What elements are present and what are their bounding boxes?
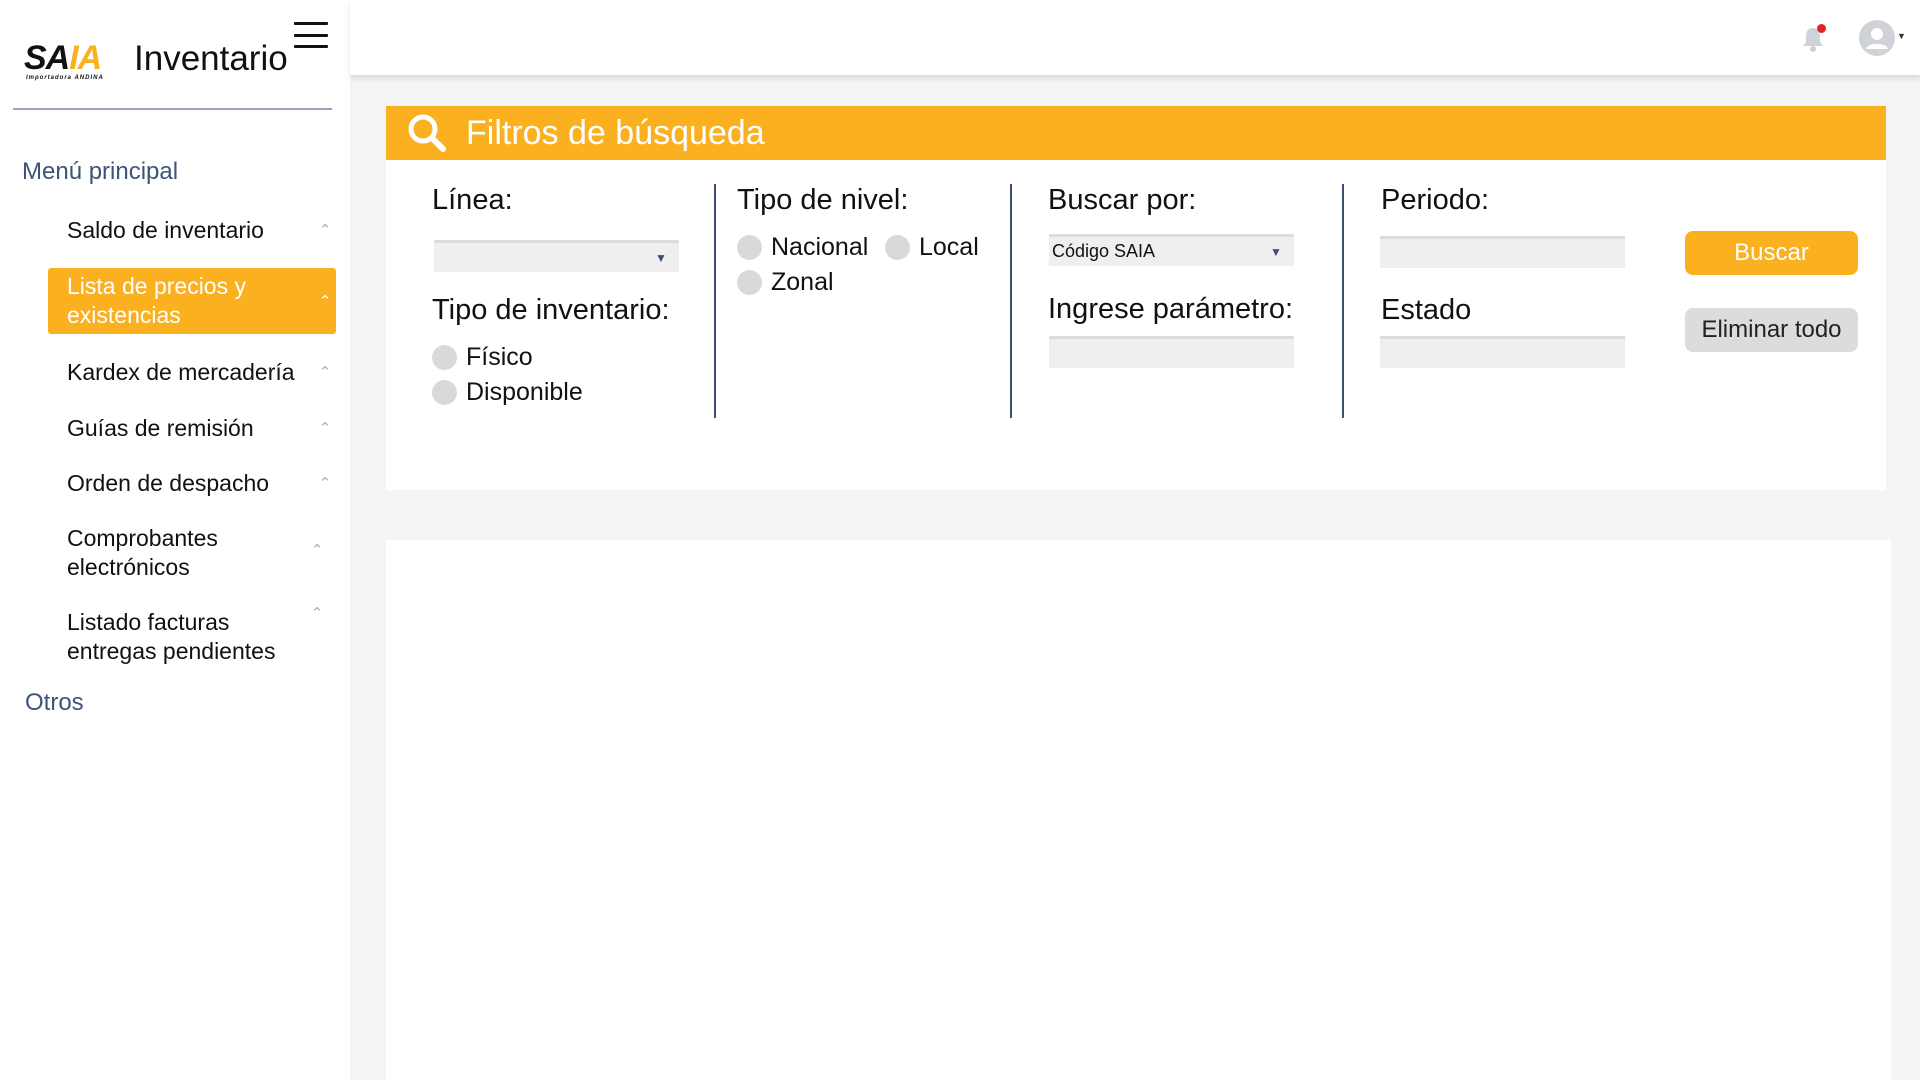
parametro-input[interactable] [1049,336,1294,368]
chevron-up-icon: ⌃ [318,419,332,437]
sidebar-item-label: Guías de remisión [67,414,254,441]
section-main-menu: Menú principal [22,158,179,185]
chevron-up-icon: ⌃ [310,605,324,622]
radio-circle-icon [432,380,457,405]
filter-panel: Línea: ▼ Tipo de inventario: Físico Disp… [386,160,1886,490]
column-divider [714,184,716,418]
user-avatar-icon[interactable] [1858,19,1896,57]
sidebar-item-kardex[interactable]: Kardex de mercadería ⌃ [48,356,336,388]
tipo-nivel-label: Tipo de nivel: [737,184,909,216]
caret-down-icon[interactable]: ▼ [1897,31,1906,41]
chevron-up-icon: ⌃ [318,474,332,492]
notification-dot [1817,24,1826,33]
radio-label: Disponible [466,378,583,406]
radio-circle-icon [432,345,457,370]
brand: SAIA Importadora ANDINA Inventario [24,34,288,84]
section-otros[interactable]: Otros [25,689,84,717]
periodo-input[interactable] [1380,236,1625,268]
sidebar-item-label: Saldo de inventario [67,216,264,243]
chevron-up-icon: ⌃ [318,363,332,381]
sidebar-item-label: Kardex de mercadería [67,358,295,385]
radio-zonal[interactable]: Zonal [737,268,834,297]
sidebar-item-comprobantes[interactable]: Comprobantes electrónicos [48,523,278,583]
top-bar [350,0,1920,75]
dropdown-arrow-icon: ▼ [1270,244,1282,259]
sidebar-item-label: Comprobantes electrónicos [67,525,218,580]
search-icon [408,114,446,152]
tipo-inventario-label: Tipo de inventario: [432,294,670,326]
estado-input[interactable] [1380,336,1625,368]
buscar-por-select-value: Código SAIA [1052,241,1156,261]
radio-disponible[interactable]: Disponible [432,378,583,407]
sidebar-item-listado-facturas[interactable]: Listado facturas entregas pendientes [48,607,318,667]
chevron-up-icon: ⌃ [318,292,332,310]
radio-local[interactable]: Local [885,233,979,262]
sidebar-item-lista-precios[interactable]: Lista de precios y existencias ⌃ [48,268,336,334]
radio-label: Nacional [771,233,869,261]
buscar-por-label: Buscar por: [1048,184,1197,216]
radio-nacional[interactable]: Nacional [737,233,868,262]
logo-text: SAIA [24,39,102,77]
eliminar-todo-button[interactable]: Eliminar todo [1685,308,1858,352]
column-divider [1010,184,1012,418]
sidebar-item-orden-despacho[interactable]: Orden de despacho ⌃ [48,467,336,499]
sidebar: SAIA Importadora ANDINA Inventario Menú … [0,0,350,1080]
radio-label: Zonal [771,268,834,296]
radio-circle-icon [885,235,910,260]
dropdown-arrow-icon: ▼ [655,250,667,265]
radio-circle-icon [737,270,762,295]
parametro-label: Ingrese parámetro: [1048,293,1294,325]
periodo-label: Periodo: [1381,184,1490,216]
sidebar-item-saldo-inventario[interactable]: Saldo de inventario ⌃ [48,214,336,246]
notification-bell-icon[interactable] [1798,24,1828,54]
radio-circle-icon [737,235,762,260]
linea-label: Línea: [432,184,513,216]
sidebar-item-label: Lista de precios y existencias [67,273,246,328]
sidebar-item-label: Listado facturas entregas pendientes [67,609,276,664]
sidebar-item-label: Orden de despacho [67,469,270,496]
app-title: Inventario [134,39,288,78]
results-panel [386,540,1891,1080]
logo-subtitle: Importadora ANDINA [26,75,104,81]
column-divider [1342,184,1344,418]
saia-logo: SAIA Importadora ANDINA [24,36,116,82]
buscar-por-select[interactable]: Código SAIA ▼ [1049,234,1294,266]
brand-divider [13,108,332,110]
estado-label: Estado [1381,294,1472,326]
sidebar-item-guias-remision[interactable]: Guías de remisión ⌃ [48,412,336,444]
chevron-up-icon: ⌃ [318,221,332,239]
chevron-up-icon: ⌃ [310,542,324,559]
filter-panel-header: Filtros de búsqueda [386,106,1886,160]
buscar-button[interactable]: Buscar [1685,231,1858,275]
radio-label: Físico [466,343,533,371]
filter-panel-title: Filtros de búsqueda [466,113,765,152]
hamburger-menu-icon[interactable] [294,22,328,48]
linea-select[interactable]: ▼ [434,240,679,272]
radio-fisico[interactable]: Físico [432,343,533,372]
radio-label: Local [919,233,979,261]
